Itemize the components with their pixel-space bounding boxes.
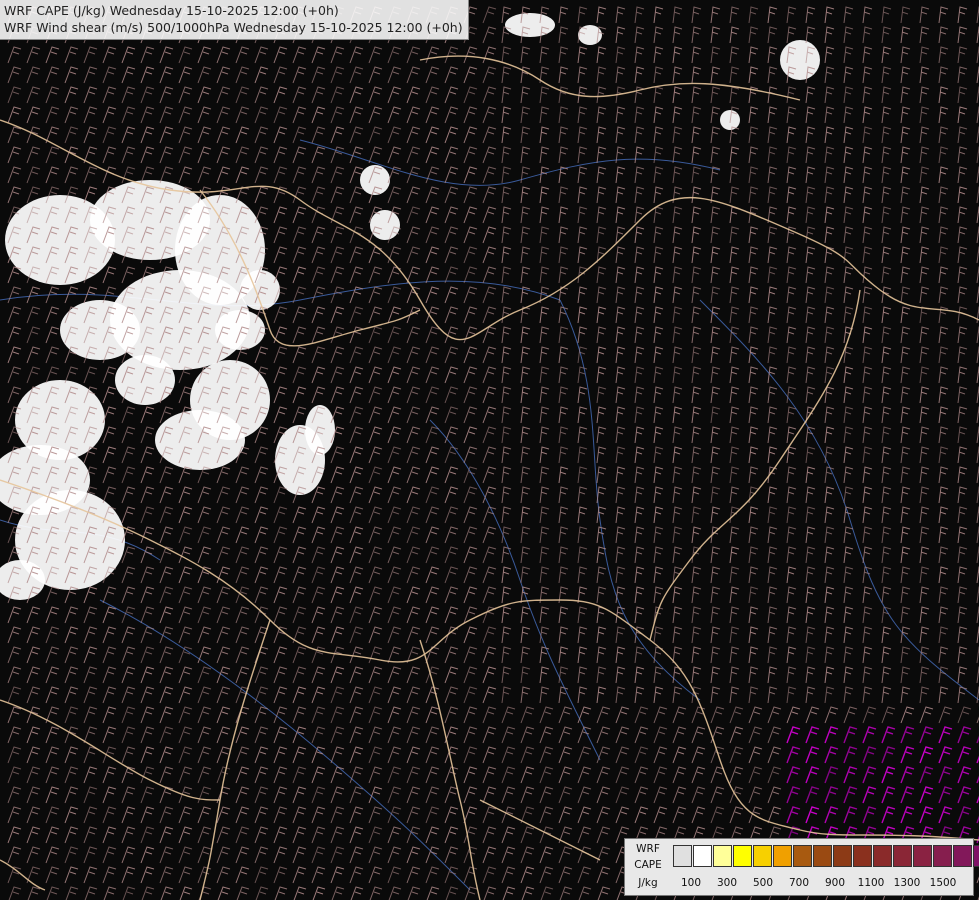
map-canvas: [0, 0, 979, 900]
weather-map: WRF CAPE (J/kg) Wednesday 15-10-2025 12:…: [0, 0, 979, 900]
cape-title: WRF CAPE (J/kg) Wednesday 15-10-2025 12:…: [4, 3, 339, 18]
legend-swatch: [673, 845, 692, 867]
legend-swatch: [733, 845, 752, 867]
legend-tick-label: 1300: [893, 877, 921, 889]
legend-swatch: [873, 845, 892, 867]
legend-tick-label: 700: [788, 877, 810, 889]
map-title-box: WRF CAPE (J/kg) Wednesday 15-10-2025 12:…: [0, 0, 469, 40]
legend-swatch: [833, 845, 852, 867]
legend-tick-label: 1500: [929, 877, 957, 889]
map-background: [0, 0, 979, 900]
legend-tick-label: 300: [716, 877, 738, 889]
legend-tick-label: 500: [752, 877, 774, 889]
wind-shear-title: WRF Wind shear (m/s) 500/1000hPa Wednesd…: [4, 20, 463, 35]
legend-swatch: [693, 845, 712, 867]
cape-patch: [60, 300, 140, 360]
legend-swatch: [893, 845, 912, 867]
cape-patch: [505, 13, 555, 37]
legend-label-cape: CAPE: [634, 859, 662, 871]
legend-label-wrf: WRF: [636, 843, 660, 855]
legend-swatch: [793, 845, 812, 867]
legend-tick-label: 900: [824, 877, 846, 889]
legend-swatch: [753, 845, 772, 867]
legend-swatch: [813, 845, 832, 867]
legend-tick-label: 100: [680, 877, 702, 889]
legend-swatch: [953, 845, 972, 867]
legend-swatch: [853, 845, 872, 867]
cape-legend: WRF CAPE J/kg 100 300 500 700 900 1100 1300 150…: [624, 838, 979, 896]
legend-label-unit: J/kg: [638, 877, 658, 889]
legend-swatch: [973, 845, 979, 867]
legend-swatch: [913, 845, 932, 867]
cape-patch: [780, 40, 820, 80]
legend-swatch: [773, 845, 792, 867]
legend-swatch: [713, 845, 732, 867]
cape-patch: [370, 210, 400, 240]
legend-tick-labels: 100 300 500 700 900 1100 1300 1500: [673, 877, 973, 891]
cape-patch: [360, 165, 390, 195]
legend-color-bar: [673, 845, 979, 867]
legend-tick-label: 1100: [857, 877, 885, 889]
legend-swatch: [933, 845, 952, 867]
